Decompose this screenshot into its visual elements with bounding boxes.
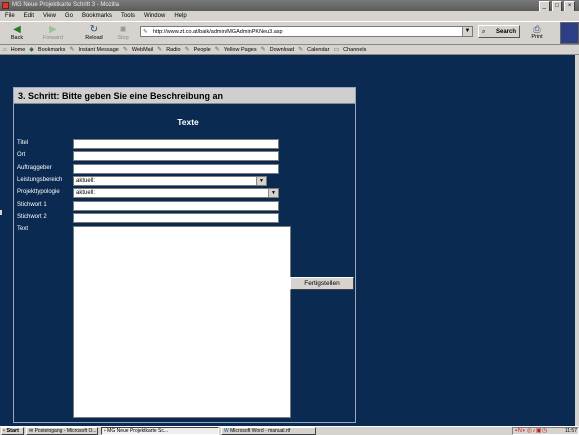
menu-view[interactable]: View <box>43 13 56 19</box>
calendar-icon: ✎ <box>298 47 304 53</box>
task-outlook[interactable]: ✉ Posteingang - Microsoft O... <box>26 427 98 435</box>
menu-go[interactable]: Go <box>65 13 73 19</box>
section-title: Texte <box>177 117 199 127</box>
url-dropdown-icon[interactable]: ▼ <box>462 27 472 36</box>
leistungsbereich-value: aktuell: <box>76 178 96 184</box>
printer-icon: ⎙ <box>533 24 541 34</box>
bookmark-yellow-pages[interactable]: Yellow Pages <box>224 47 257 53</box>
label-stichwort2: Stichwort 2 <box>17 214 47 220</box>
outlook-icon: ✉ <box>29 428 34 434</box>
back-arrow-icon: ◀ <box>13 24 21 35</box>
forward-button[interactable]: ▶ Forward <box>40 24 66 44</box>
download-icon: ✎ <box>260 47 266 53</box>
bookmarks-icon: ◆ <box>29 47 34 53</box>
task-word[interactable]: W Microsoft Word - manual.rtf <box>221 427 316 435</box>
stichwort2-input[interactable] <box>73 213 279 223</box>
word-icon: W <box>224 428 229 434</box>
mozilla-task-icon: ▪ <box>104 428 106 434</box>
task-mozilla-label: MG Neue Projektkarte Sc... <box>107 428 169 434</box>
bookmark-webmail[interactable]: WebMail <box>132 47 153 53</box>
stop-button[interactable]: ■ Stop <box>110 24 136 44</box>
window-controls: _ □ × <box>539 1 576 12</box>
instant-message-icon: ✎ <box>69 47 75 53</box>
label-projekttypologie: Projekttypologie <box>17 189 60 195</box>
webmail-icon: ✎ <box>122 47 128 53</box>
system-tray: ▪N◐◎♪▣◷ 11:57 <box>512 427 579 435</box>
window-title-bar[interactable]: MG Neue Projektkarte Schritt 3 - Mozilla <box>0 0 579 11</box>
projekttypologie-select[interactable]: aktuell: ▼ <box>73 188 279 198</box>
fertigstellen-button[interactable]: Fertigstellen <box>290 277 354 290</box>
menu-file[interactable]: File <box>5 13 15 19</box>
page-icon: ✎ <box>143 29 148 35</box>
search-label: Search <box>495 29 516 35</box>
menu-tools[interactable]: Tools <box>121 13 135 19</box>
ort-input[interactable] <box>73 151 279 161</box>
chevron-down-icon[interactable]: ▼ <box>268 189 278 197</box>
reload-button[interactable]: ↻ Reload <box>81 24 107 44</box>
start-button[interactable]: ▪ Start <box>1 427 24 435</box>
search-icon: ⌕ <box>482 29 486 35</box>
clock: 11:57 <box>564 428 577 434</box>
mozilla-throbber-icon[interactable] <box>560 22 579 44</box>
people-icon: ✎ <box>184 47 190 53</box>
menu-bookmarks[interactable]: Bookmarks <box>82 13 112 19</box>
menu-edit[interactable]: Edit <box>24 13 34 19</box>
titel-input[interactable] <box>73 139 279 149</box>
forward-arrow-icon: ▶ <box>49 24 57 35</box>
leistungsbereich-select[interactable]: aktuell: ▼ <box>73 176 267 186</box>
label-stichwort1: Stichwort 1 <box>17 202 47 208</box>
print-button[interactable]: ⎙ Print <box>527 24 547 42</box>
task-word-label: Microsoft Word - manual.rtf <box>230 428 291 434</box>
label-auftraggeber: Auftraggeber <box>17 165 52 171</box>
task-outlook-label: Posteingang - Microsoft O... <box>34 428 97 434</box>
print-label: Print <box>531 34 543 40</box>
bookmark-download[interactable]: Download <box>270 47 294 53</box>
bookmark-channels[interactable]: Channels <box>343 47 366 53</box>
stop-label: Stop <box>117 35 129 41</box>
menu-window[interactable]: Window <box>144 13 165 19</box>
bookmark-radio[interactable]: Radio <box>166 47 180 53</box>
text-area[interactable] <box>73 226 291 418</box>
menu-help[interactable]: Help <box>174 13 186 19</box>
stop-icon: ■ <box>119 24 127 35</box>
personal-toolbar: ⌂ Home ◆ Bookmarks ✎ Instant Message ✎ W… <box>0 45 579 55</box>
step-title: 3. Schritt: Bitte geben Sie eine Beschre… <box>14 88 355 104</box>
start-label: Start <box>6 428 20 434</box>
bookmark-calendar[interactable]: Calendar <box>307 47 329 53</box>
reload-icon: ↻ <box>89 24 99 35</box>
bookmark-bookmarks[interactable]: Bookmarks <box>38 47 66 53</box>
home-icon: ⌂ <box>3 46 7 53</box>
task-mozilla[interactable]: ▪ MG Neue Projektkarte Sc... <box>101 427 219 435</box>
yellow-pages-icon: ✎ <box>214 47 220 53</box>
bookmark-instant-message[interactable]: Instant Message <box>78 47 118 53</box>
reload-label: Reload <box>85 35 103 41</box>
left-edge-marker <box>0 210 2 215</box>
label-ort: Ort <box>17 152 26 158</box>
back-button[interactable]: ◀ Back <box>4 24 30 44</box>
tray-icons[interactable]: ▪N◐◎♪▣◷ <box>515 428 548 435</box>
bookmark-home[interactable]: Home <box>11 47 26 53</box>
window-title: MG Neue Projektkarte Schritt 3 - Mozilla <box>12 2 120 8</box>
mozilla-app-icon <box>2 2 9 9</box>
bookmark-people[interactable]: People <box>194 47 211 53</box>
auftraggeber-input[interactable] <box>73 164 279 174</box>
projekttypologie-value: aktuell: <box>76 190 96 196</box>
chevron-down-icon[interactable]: ▼ <box>256 177 266 185</box>
menu-bar: File Edit View Go Bookmarks Tools Window… <box>0 11 579 21</box>
radio-icon: ✎ <box>157 47 163 53</box>
search-button[interactable]: ⌕ Search <box>478 25 520 38</box>
url-text: http://www.zt.co.at/baik/admin/MGAdminPK… <box>153 29 283 35</box>
label-titel: Titel <box>17 140 29 146</box>
label-text: Text <box>17 226 29 232</box>
url-field[interactable]: ✎ http://www.zt.co.at/baik/admin/MGAdmin… <box>140 26 473 37</box>
label-leistungsbereich: Leistungsbereich <box>17 177 63 183</box>
channels-icon: ▭ <box>333 47 340 53</box>
stichwort1-input[interactable] <box>73 201 279 211</box>
vertical-scrollbar[interactable] <box>575 55 579 426</box>
forward-label: Forward <box>42 35 64 41</box>
windows-logo-icon: ▪ <box>3 428 5 434</box>
back-label: Back <box>10 35 24 41</box>
